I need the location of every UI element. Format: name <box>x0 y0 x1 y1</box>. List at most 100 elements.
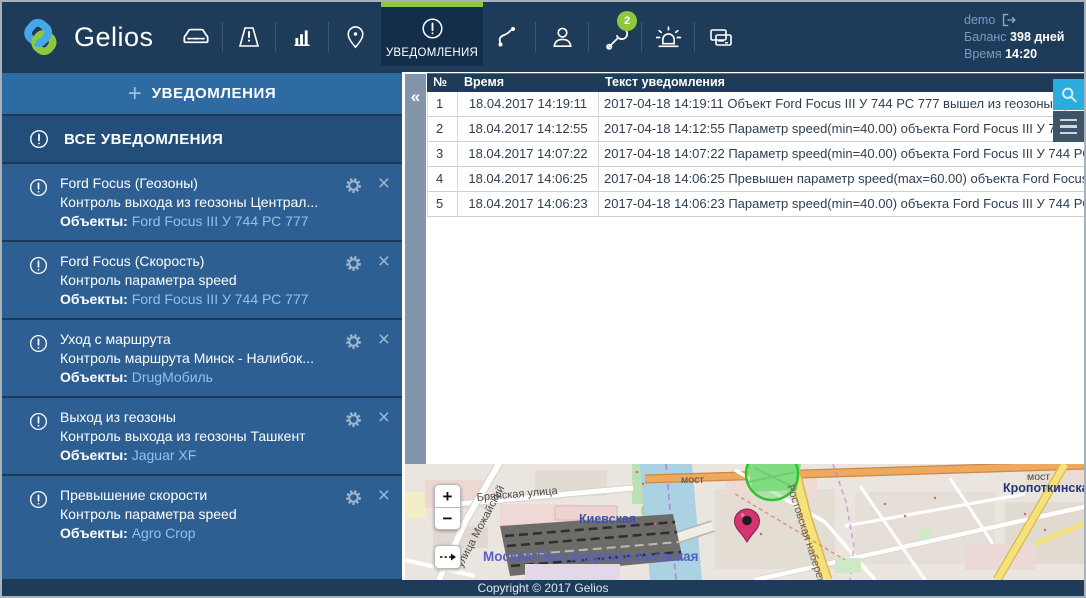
cell-text: 2017-04-18 14:06:25 Превышен параметр sp… <box>599 167 1084 192</box>
nav-routes-button[interactable] <box>483 2 535 72</box>
notifications-sidebar: + УВЕДОМЛЕНИЯ ВСЕ УВЕДОМЛЕНИЯ Ford Focus… <box>2 72 402 580</box>
close-icon: × <box>377 250 390 273</box>
rule-settings-button[interactable] <box>345 333 362 353</box>
collapse-chevron-icon: « <box>410 87 421 106</box>
rule-desc: Контроль маршрута Минск - Налибок... <box>60 350 314 366</box>
rule-desc: Контроль параметра speed <box>60 272 237 288</box>
table-row[interactable]: 1 18.04.2017 14:19:11 2017-04-18 14:19:1… <box>427 92 1084 117</box>
objects-label: Объекты: <box>60 447 128 463</box>
col-num: № <box>433 75 447 89</box>
gelios-logo-icon <box>24 18 57 56</box>
cell-num: 1 <box>427 92 458 117</box>
notification-rule-item[interactable]: Выход из геозоны Контроль выхода из геоз… <box>2 398 402 474</box>
table-menu-button[interactable] <box>1053 111 1084 142</box>
col-text: Текст уведомления <box>605 75 725 89</box>
alert-circle-icon <box>29 412 48 431</box>
cell-text: 2017-04-18 14:19:11 Объект Ford Focus II… <box>599 92 1084 117</box>
logout-icon[interactable] <box>1001 13 1017 27</box>
table-row[interactable]: 2 18.04.2017 14:12:55 2017-04-18 14:12:5… <box>427 117 1084 142</box>
rule-settings-button[interactable] <box>345 489 362 509</box>
rule-settings-button[interactable] <box>345 255 362 275</box>
user-icon <box>552 27 572 47</box>
brand-name: Gelios <box>74 21 154 52</box>
map-panel[interactable]: Брянская улица улица Можайский Киевская … <box>405 464 1084 580</box>
table-row[interactable]: 5 18.04.2017 14:06:23 2017-04-18 14:06:2… <box>427 192 1084 217</box>
cell-time: 18.04.2017 14:06:25 <box>458 167 599 192</box>
rule-settings-button[interactable] <box>345 177 362 197</box>
plus-icon: + <box>127 79 142 107</box>
hamburger-icon <box>1060 118 1077 122</box>
nav-reports-button[interactable] <box>276 2 328 72</box>
siren-icon <box>655 25 681 47</box>
nav-service-button[interactable]: 2 <box>589 2 641 72</box>
rule-title: Уход с маршрута <box>60 331 171 347</box>
add-notification-button[interactable]: + УВЕДОМЛЕНИЯ <box>2 73 402 114</box>
balance-value: 398 дней <box>1010 29 1065 44</box>
notification-rule-item[interactable]: Ford Focus (Геозоны) Контроль выхода из … <box>2 164 402 240</box>
table-row[interactable]: 3 18.04.2017 14:07:22 2017-04-18 14:07:2… <box>427 142 1084 167</box>
rule-close-button[interactable]: × <box>378 173 390 194</box>
col-time: Время <box>464 75 504 89</box>
app-window: Gelios УВЕДОМЛЕНИЯ 2 demo Баланс 398 дне… <box>0 0 1086 598</box>
objects-label: Объекты: <box>60 525 128 541</box>
cell-num: 5 <box>427 192 458 217</box>
map-label-bridge1: мост <box>681 474 704 486</box>
object-link[interactable]: Ford Focus III У 744 РС 777 <box>132 213 309 229</box>
brand[interactable]: Gelios <box>2 14 170 60</box>
cell-time: 18.04.2017 14:19:11 <box>458 92 599 117</box>
route-icon <box>498 27 515 47</box>
nav-road-events-button[interactable] <box>223 2 275 72</box>
tab-notifications-active[interactable]: УВЕДОМЛЕНИЯ <box>381 2 483 66</box>
object-link[interactable]: Ford Focus III У 744 РС 777 <box>132 291 309 307</box>
notification-rule-item[interactable]: Ford Focus (Скорость) Контроль параметра… <box>2 242 402 318</box>
nav-vehicles-button[interactable] <box>170 2 222 72</box>
nav-drivers-button[interactable] <box>536 2 588 72</box>
object-link[interactable]: Jaguar XF <box>132 447 197 463</box>
rule-close-button[interactable]: × <box>378 251 390 272</box>
location-pin-icon <box>346 25 364 48</box>
rule-title: Превышение скорости <box>60 487 208 503</box>
rule-close-button[interactable]: × <box>378 485 390 506</box>
map-label-station: Москва-Пассажирская-Киевская <box>483 549 699 564</box>
map-track-button[interactable] <box>434 545 461 569</box>
object-link[interactable]: Agro Crop <box>132 525 196 541</box>
top-navbar: Gelios УВЕДОМЛЕНИЯ 2 demo Баланс 398 дне… <box>2 2 1084 72</box>
bar-chart-icon <box>294 30 310 46</box>
rule-close-button[interactable]: × <box>378 407 390 428</box>
notification-rule-item[interactable]: Уход с маршрута Контроль маршрута Минск … <box>2 320 402 396</box>
gear-icon <box>346 334 361 349</box>
close-icon: × <box>377 328 390 351</box>
notification-rule-item[interactable]: Превышение скорости Контроль параметра s… <box>2 476 402 579</box>
all-notifications-row[interactable]: ВСЕ УВЕДОМЛЕНИЯ <box>2 116 402 162</box>
cell-time: 18.04.2017 14:07:22 <box>458 142 599 167</box>
cards-icon <box>710 29 732 46</box>
time-label: Время <box>964 46 1002 61</box>
alert-circle-icon <box>29 256 48 275</box>
alert-circle-icon <box>30 130 48 148</box>
rule-title: Ford Focus (Скорость) <box>60 253 205 269</box>
sidebar-collapse-bar[interactable]: « <box>405 74 426 464</box>
nav-tracking-button[interactable] <box>329 2 381 72</box>
map-zoom-controls: + − <box>434 484 461 530</box>
gear-icon <box>346 412 361 427</box>
zoom-in-button[interactable]: + <box>434 484 461 507</box>
alert-circle-icon <box>29 178 48 197</box>
balance-label: Баланс <box>964 29 1007 44</box>
nav-icons: УВЕДОМЛЕНИЯ 2 <box>170 2 747 72</box>
map-canvas: Брянская улица улица Можайский Киевская … <box>405 464 1084 580</box>
zoom-out-button[interactable]: − <box>434 507 461 530</box>
gear-icon <box>346 256 361 271</box>
rule-close-button[interactable]: × <box>378 329 390 350</box>
nav-alarms-button[interactable] <box>642 2 694 72</box>
search-icon <box>1061 87 1077 102</box>
username[interactable]: demo <box>964 12 995 29</box>
object-link[interactable]: DrugМобиль <box>132 369 213 385</box>
nav-billing-button[interactable] <box>695 2 747 72</box>
all-notifications-label: ВСЕ УВЕДОМЛЕНИЯ <box>64 130 224 148</box>
service-badge: 2 <box>617 11 637 31</box>
cell-num: 3 <box>427 142 458 167</box>
table-row[interactable]: 4 18.04.2017 14:06:25 2017-04-18 14:06:2… <box>427 167 1084 192</box>
rule-settings-button[interactable] <box>345 411 362 431</box>
cell-text: 2017-04-18 14:06:23 Параметр speed(min=4… <box>599 192 1084 217</box>
search-button[interactable] <box>1053 79 1084 110</box>
